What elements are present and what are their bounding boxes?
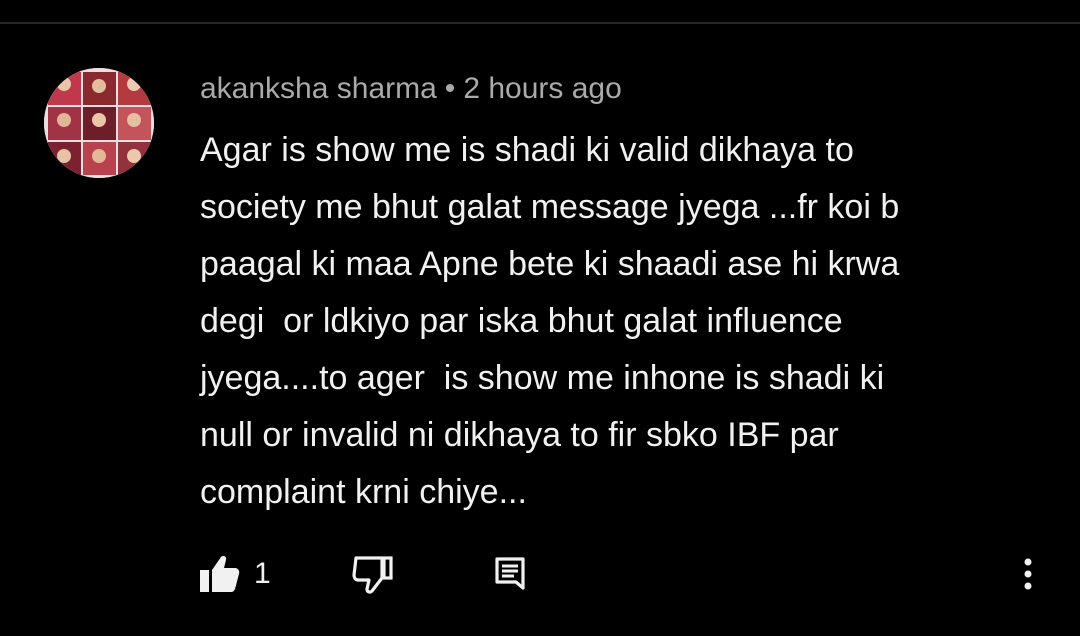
- comment-actions: 1: [198, 552, 1058, 596]
- thumbs-up-icon: [200, 556, 240, 592]
- author-name[interactable]: akanksha sharma: [200, 72, 437, 105]
- like-button[interactable]: 1: [198, 552, 271, 596]
- comment-meta: akanksha sharma • 2 hours ago: [200, 70, 1040, 108]
- avatar[interactable]: [44, 68, 154, 178]
- meta-separator: •: [444, 72, 456, 105]
- reply-comment-icon: [495, 557, 525, 590]
- top-divider: [0, 0, 1080, 24]
- more-vertical-icon: [1024, 558, 1032, 590]
- like-count: 1: [254, 557, 271, 590]
- thumbs-down-icon: [352, 556, 393, 594]
- dislike-button[interactable]: [352, 552, 394, 596]
- comment: akanksha sharma • 2 hours ago Agar is show…: [200, 70, 1040, 521]
- reply-button[interactable]: [494, 552, 528, 596]
- comment-time: 2 hours ago: [463, 72, 622, 105]
- comment-text: Agar is show me is shadi ki valid dikhay…: [200, 131, 900, 511]
- avatar-collage-image: [44, 68, 154, 178]
- more-options-button[interactable]: [1013, 552, 1043, 596]
